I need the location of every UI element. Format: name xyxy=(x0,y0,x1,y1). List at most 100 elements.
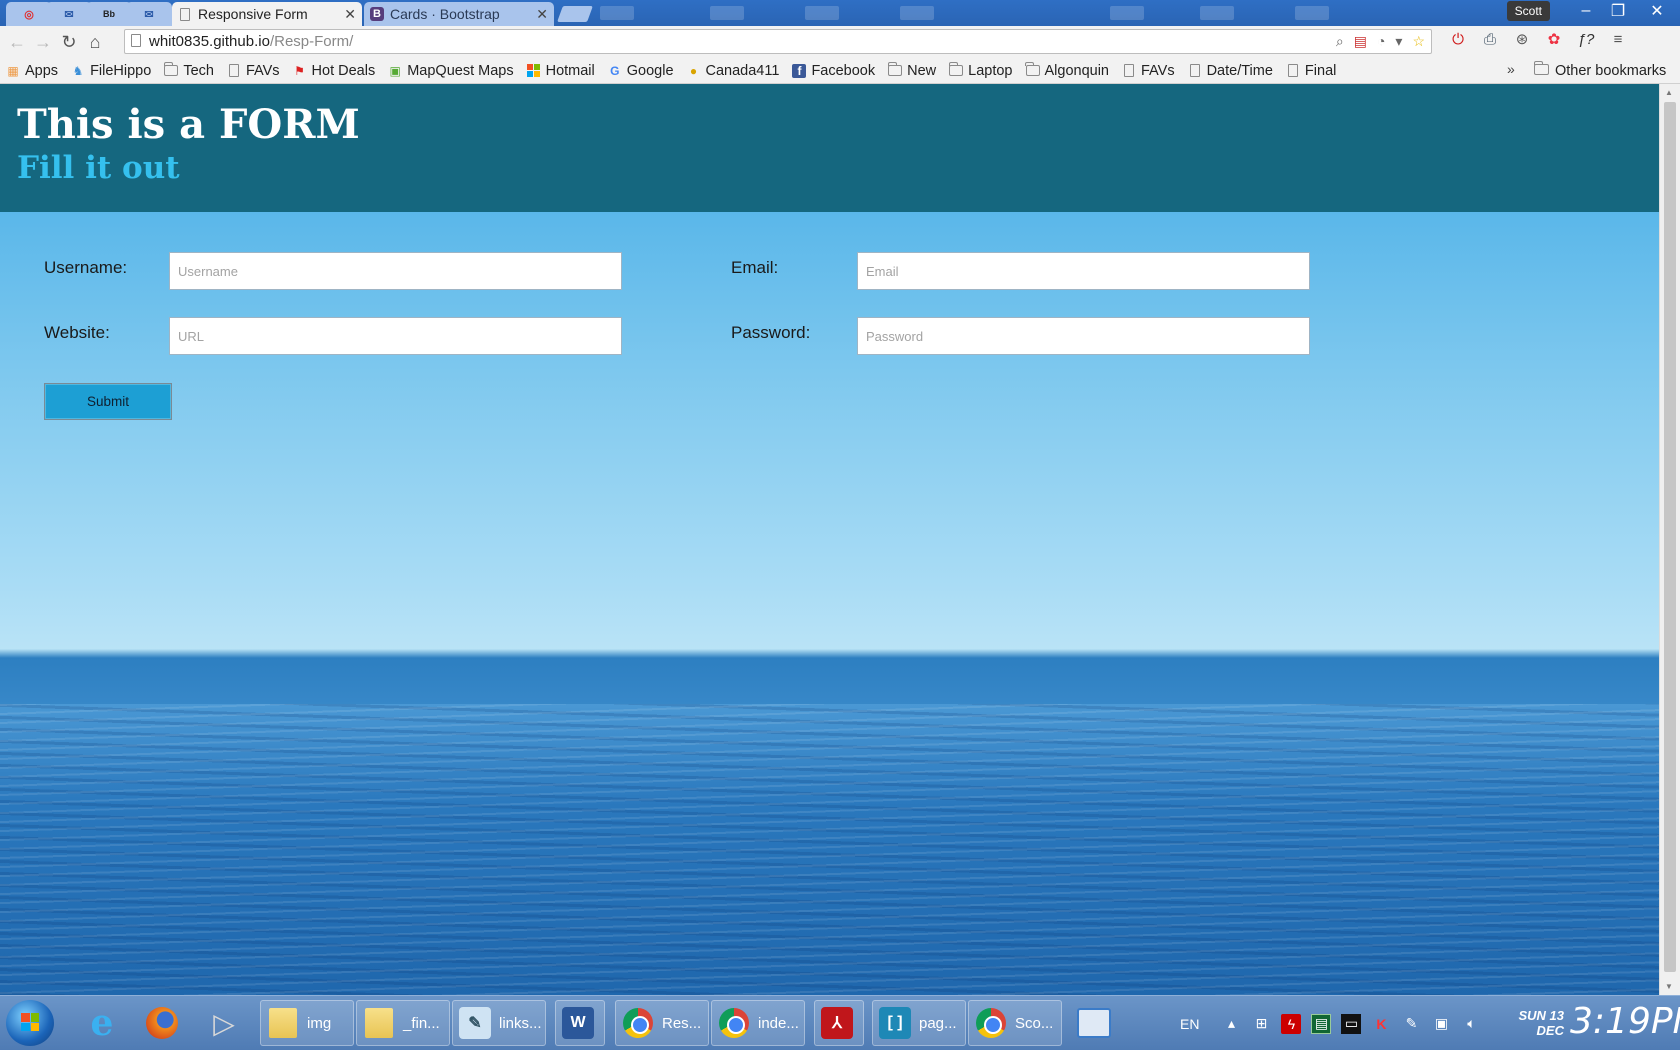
bookmark-laptop[interactable]: Laptop xyxy=(948,62,1013,79)
translate-icon[interactable]: ◔ xyxy=(1377,33,1385,50)
bookmarks-overflow-button[interactable]: » xyxy=(1507,61,1515,77)
bookmark-label: Hotmail xyxy=(545,62,595,79)
bookmark-tech[interactable]: Tech xyxy=(163,62,214,79)
print-icon[interactable]: ⎙ xyxy=(1480,29,1500,49)
clock-date[interactable]: SUN 13 DEC xyxy=(1508,1008,1564,1038)
close-tab-icon[interactable]: ✕ xyxy=(344,6,356,23)
word-icon: W xyxy=(562,1007,594,1039)
other-bookmarks-label: Other bookmarks xyxy=(1555,63,1667,79)
system-tray: EN ▴ ⊞ ϟ ▤ ▭ K ✎ ▣ 🔈︎ xyxy=(1180,996,1491,1050)
bookmark-date-time[interactable]: Date/Time xyxy=(1188,63,1273,79)
clock-time[interactable]: 3:19PM xyxy=(1570,1001,1680,1042)
bootstrap-icon: B xyxy=(370,7,384,21)
bookmark-favs-2[interactable]: FAVs xyxy=(1122,63,1175,79)
page-icon xyxy=(1122,64,1136,78)
volume-icon[interactable]: 🔈︎ xyxy=(1461,1014,1481,1034)
terminal-icon[interactable]: ▭ xyxy=(1341,1013,1362,1034)
bookmark-algonquin[interactable]: Algonquin xyxy=(1025,62,1109,79)
taskbar-item-brackets[interactable]: [ ] pag... xyxy=(872,1000,966,1046)
page-scrollbar[interactable]: ▲ ▼ xyxy=(1659,84,1680,995)
other-bookmarks[interactable]: Other bookmarks xyxy=(1533,58,1667,84)
bookmark-apps[interactable]: ▦ Apps xyxy=(6,63,58,79)
notepad-icon: ✎ xyxy=(459,1007,491,1039)
tab-cards-bootstrap[interactable]: B Cards · Bootstrap ✕ xyxy=(364,2,554,26)
taskbar-item-chrome-res[interactable]: Res... xyxy=(615,1000,709,1046)
forward-icon[interactable]: → xyxy=(30,29,56,55)
profile-button[interactable]: Scott xyxy=(1506,1,1550,21)
steering-wheel-icon[interactable]: ⊛ xyxy=(1512,29,1532,49)
bookmark-google[interactable]: G Google xyxy=(608,62,674,79)
snipping-tool-icon[interactable] xyxy=(1072,1002,1116,1044)
reload-icon[interactable]: ↻ xyxy=(56,29,82,55)
email-input[interactable] xyxy=(857,252,1310,290)
bookmark-hotmail[interactable]: Hotmail xyxy=(527,63,595,79)
folder-icon xyxy=(363,1007,395,1039)
home-icon[interactable]: ⌂ xyxy=(82,29,108,55)
scrollbar-thumb[interactable] xyxy=(1664,102,1676,972)
desktop-icon-strip xyxy=(805,6,839,20)
pinned-tab-mail-2[interactable]: ✉ xyxy=(126,2,172,26)
close-tab-icon[interactable]: ✕ xyxy=(536,6,548,23)
submit-button[interactable]: Submit xyxy=(44,383,172,420)
bookmark-label: FAVs xyxy=(1141,62,1175,79)
show-hidden-icons-icon[interactable]: ▴ xyxy=(1221,1014,1241,1034)
username-input[interactable] xyxy=(169,252,622,290)
pen-icon[interactable]: ✎ xyxy=(1401,1014,1421,1034)
new-tab-button[interactable] xyxy=(557,6,593,22)
website-input[interactable] xyxy=(169,317,622,355)
adblock-icon[interactable]: ⏻ xyxy=(1448,29,1468,49)
task-label: img xyxy=(307,1014,332,1032)
bookmark-label: Google xyxy=(626,62,674,79)
filehippo-icon: ♞ xyxy=(72,63,84,78)
address-bar[interactable]: whit0835.github.io/Resp-Form/ ⌕ ▤ ◔ ▾ ☆ xyxy=(124,29,1432,54)
bookmark-star-icon[interactable]: ☆ xyxy=(1412,33,1425,50)
bookmark-hot-deals[interactable]: ⚑ Hot Deals xyxy=(293,63,375,79)
kaspersky-icon[interactable]: K xyxy=(1371,1014,1391,1034)
menu-icon[interactable]: ≡ xyxy=(1608,29,1628,49)
color-picker-icon[interactable]: ✿ xyxy=(1544,29,1564,49)
network-icon[interactable]: ▣ xyxy=(1431,1014,1451,1034)
language-indicator[interactable]: EN xyxy=(1180,1016,1199,1032)
bookmark-mapquest[interactable]: ▣ MapQuest Maps xyxy=(388,63,514,79)
page-viewport: This is a FORM Fill it out Username: Ema… xyxy=(0,84,1659,995)
windows-update-icon[interactable]: ⊞ xyxy=(1251,1014,1271,1034)
close-window-icon[interactable]: ✕ xyxy=(1634,0,1680,22)
scroll-down-icon[interactable]: ▼ xyxy=(1665,982,1673,991)
clock-day-number: 13 xyxy=(1549,1008,1564,1023)
scroll-up-icon[interactable]: ▲ xyxy=(1665,88,1673,97)
taskbar-item-links[interactable]: ✎ links... xyxy=(452,1000,546,1046)
back-icon[interactable]: ← xyxy=(4,29,30,55)
taskbar-item-word[interactable]: W xyxy=(555,1000,605,1046)
taskbar-item-chrome-index[interactable]: inde... xyxy=(711,1000,805,1046)
url-path: /Resp-Form/ xyxy=(269,33,354,50)
taskbar-item-fin[interactable]: _fin... xyxy=(356,1000,450,1046)
flash-icon[interactable]: ϟ xyxy=(1281,1013,1302,1034)
password-input[interactable] xyxy=(857,317,1310,355)
zoom-icon[interactable]: ⌕ xyxy=(1336,33,1344,50)
bookmark-favs[interactable]: FAVs xyxy=(227,63,280,79)
restore-icon[interactable]: ❐ xyxy=(1602,0,1634,22)
us-flag-icon[interactable]: ▤ xyxy=(1354,33,1367,50)
taskbar-item-acrobat[interactable]: ⅄ xyxy=(814,1000,864,1046)
dropdown-arrow-icon[interactable]: ▾ xyxy=(1395,33,1402,50)
taskbar-item-img[interactable]: img xyxy=(260,1000,354,1046)
bookmark-filehippo[interactable]: ♞ FileHippo xyxy=(71,62,152,79)
tab-responsive-form[interactable]: Responsive Form ✕ xyxy=(172,2,362,26)
bookmark-label: FileHippo xyxy=(90,62,152,79)
start-button[interactable] xyxy=(6,1000,54,1046)
tab-title: Responsive Form xyxy=(198,6,308,22)
bookmark-new[interactable]: New xyxy=(887,62,936,79)
media-player-icon[interactable]: ▷ xyxy=(202,1002,246,1044)
internet-explorer-icon[interactable]: e xyxy=(80,1002,124,1044)
bookmark-canada411[interactable]: ● Canada411 xyxy=(687,63,780,79)
bookmark-facebook[interactable]: f Facebook xyxy=(792,63,875,79)
minimize-icon[interactable]: – xyxy=(1570,0,1602,22)
bookmark-final[interactable]: Final xyxy=(1286,63,1336,79)
page-subtitle: Fill it out xyxy=(17,150,180,186)
page-info-icon[interactable] xyxy=(131,33,141,50)
firefox-icon[interactable] xyxy=(140,1002,184,1044)
monitor-icon[interactable]: ▤ xyxy=(1311,1013,1332,1034)
taskbar-item-chrome-scott[interactable]: Sco... xyxy=(968,1000,1062,1046)
task-label: _fin... xyxy=(403,1014,440,1032)
function-icon[interactable]: ƒ? xyxy=(1576,29,1596,49)
